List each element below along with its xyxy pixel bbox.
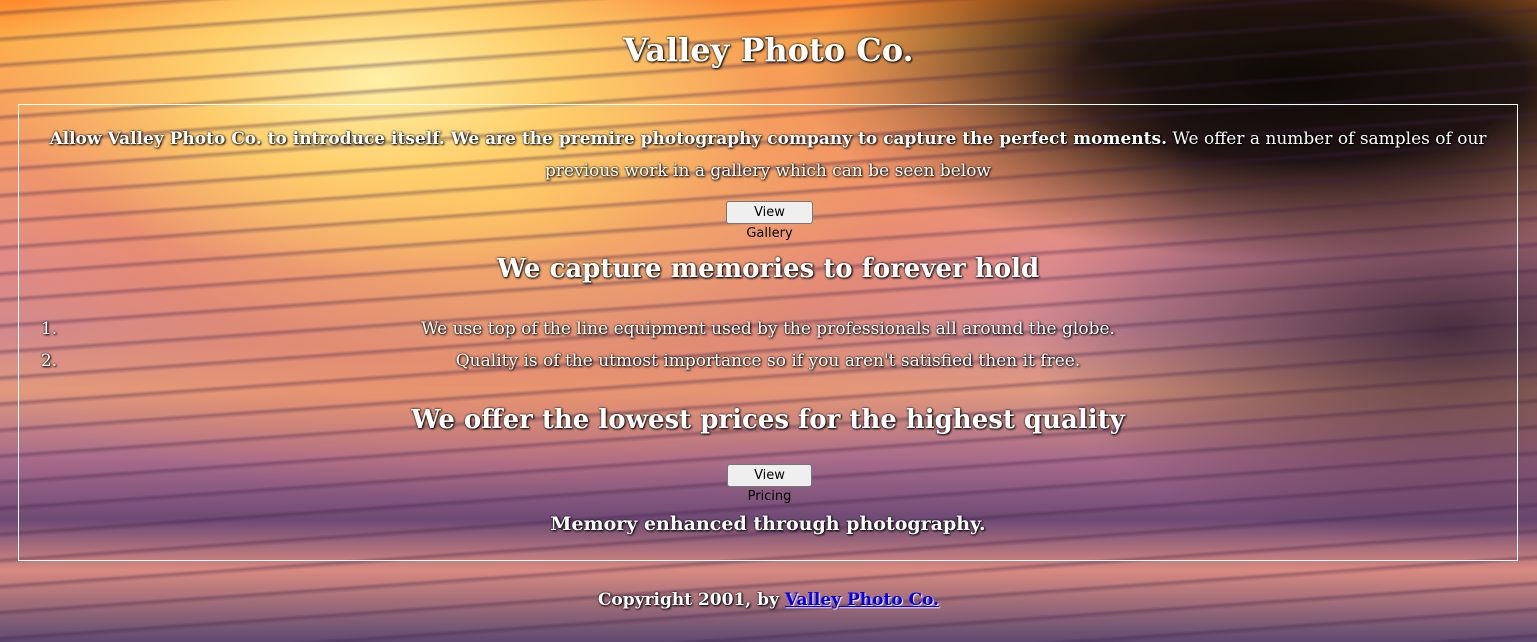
page: Valley Photo Co. Allow Valley Photo Co. … <box>0 0 1537 642</box>
features-list: 1. We use top of the line equipment used… <box>19 313 1517 377</box>
list-item-text: Quality is of the utmost importance so i… <box>455 351 1081 371</box>
prices-heading: We offer the lowest prices for the highe… <box>411 405 1125 435</box>
list-item: 2. Quality is of the utmost importance s… <box>19 345 1517 377</box>
intro-paragraph: Allow Valley Photo Co. to introduce itse… <box>21 123 1515 187</box>
memories-heading: We capture memories to forever hold <box>496 254 1040 284</box>
list-item-number: 1. <box>40 319 58 339</box>
list-item-text: We use top of the line equipment used by… <box>421 319 1115 339</box>
tagline: Memory enhanced through photography. <box>550 513 986 535</box>
view-gallery-button[interactable]: View Gallery <box>726 201 813 241</box>
list-item-number: 2. <box>40 351 58 371</box>
site-title: Valley Photo Co. <box>623 31 914 69</box>
content-box: Allow Valley Photo Co. to introduce itse… <box>18 104 1518 561</box>
intro-bold-text: Allow Valley Photo Co. to introduce itse… <box>49 129 1167 149</box>
view-pricing-button[interactable]: View Pricing <box>727 464 812 504</box>
footer-copyright-text: Copyright 2001, by <box>597 590 785 610</box>
footer-copyright: Copyright 2001, by Valley Photo Co. <box>0 588 1537 612</box>
footer-company-link[interactable]: Valley Photo Co. <box>785 590 939 610</box>
list-item: 1. We use top of the line equipment used… <box>19 313 1517 345</box>
